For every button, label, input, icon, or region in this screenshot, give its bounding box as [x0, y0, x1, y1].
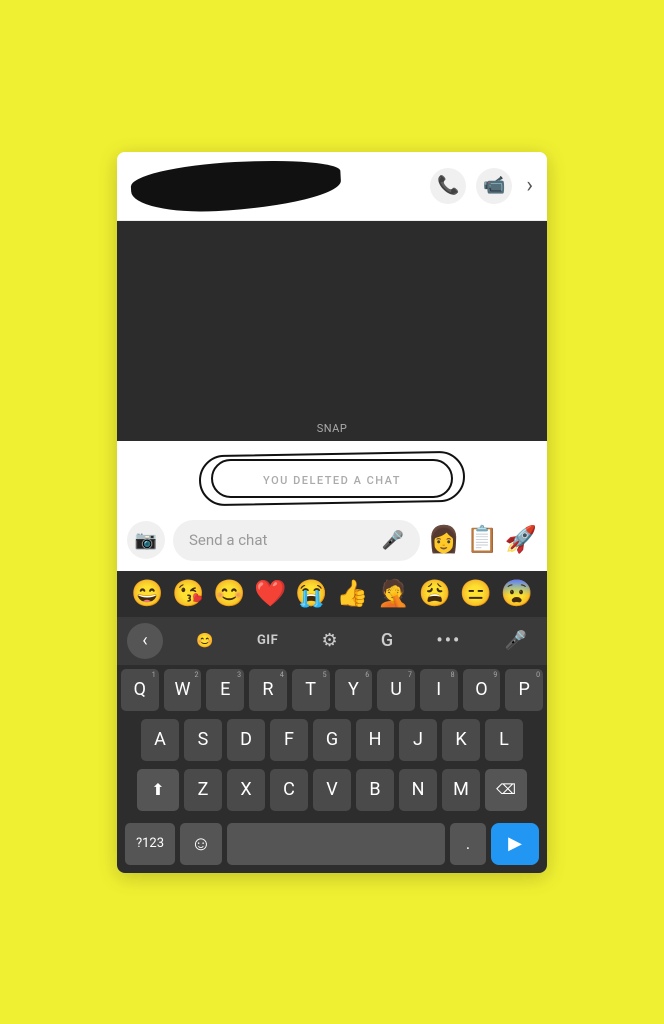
key-k[interactable]: K — [442, 719, 480, 761]
phone-button[interactable]: 📞 — [430, 168, 466, 204]
keyboard-row-1: Q1 W2 E3 R4 T5 Y6 U7 I8 O9 P0 — [121, 669, 543, 711]
key-l[interactable]: L — [485, 719, 523, 761]
mic-keyboard-icon: 🎤 — [505, 630, 527, 651]
gif-button[interactable]: GIF — [247, 628, 288, 653]
key-h[interactable]: H — [356, 719, 394, 761]
key-y[interactable]: Y6 — [335, 669, 373, 711]
reaction-emoji-smile[interactable]: 😊 — [213, 579, 245, 609]
key-w[interactable]: W2 — [164, 669, 202, 711]
reaction-emoji-weary[interactable]: 😩 — [418, 579, 450, 609]
key-v[interactable]: V — [313, 769, 351, 811]
key-p[interactable]: P0 — [505, 669, 543, 711]
send-button[interactable]: ▶ — [491, 823, 539, 865]
key-a[interactable]: A — [141, 719, 179, 761]
reaction-emoji-facepalm[interactable]: 🤦 — [377, 579, 409, 609]
key-m[interactable]: M — [442, 769, 480, 811]
sticker-panel-button[interactable]: 😊 — [186, 628, 223, 654]
header: 📞 📹 › — [117, 152, 547, 221]
google-icon: G — [381, 630, 393, 651]
key-e[interactable]: E3 — [206, 669, 244, 711]
more-options-button[interactable]: ••• — [426, 625, 471, 656]
key-b[interactable]: B — [356, 769, 394, 811]
sticker-icon: 😊 — [196, 633, 213, 649]
key-g[interactable]: G — [313, 719, 351, 761]
key-t[interactable]: T5 — [292, 669, 330, 711]
video-button[interactable]: 📹 — [476, 168, 512, 204]
key-j[interactable]: J — [399, 719, 437, 761]
key-s[interactable]: S — [184, 719, 222, 761]
camera-button[interactable]: 📷 — [127, 521, 165, 559]
emoji-reaction-row: 😄 😘 😊 ❤️ 😭 👍 🤦 😩 😑 😨 — [117, 571, 547, 617]
keyboard-toolbar: ‹ 😊 GIF ⚙ G ••• 🎤 — [117, 617, 547, 665]
reaction-emoji-laugh[interactable]: 😄 — [131, 579, 163, 609]
period-key[interactable]: . — [450, 823, 486, 865]
reaction-emoji-heart[interactable]: ❤️ — [254, 579, 286, 609]
reaction-emoji-scared[interactable]: 😨 — [501, 579, 533, 609]
sticker-bye-icon[interactable]: 👩 — [428, 525, 460, 555]
keyboard-area: Q1 W2 E3 R4 T5 Y6 U7 I8 O9 P0 A S D F G … — [117, 665, 547, 873]
rocket-icon[interactable]: 🚀 — [505, 525, 537, 555]
chat-input-placeholder: Send a chat — [189, 531, 267, 549]
reaction-emoji-thumbsup[interactable]: 👍 — [336, 579, 368, 609]
reaction-emoji-neutral[interactable]: 😑 — [460, 579, 492, 609]
key-o[interactable]: O9 — [463, 669, 501, 711]
key-x[interactable]: X — [227, 769, 265, 811]
delete-key[interactable]: ⌫ — [485, 769, 527, 811]
voice-input-button[interactable]: 🎤 — [495, 625, 537, 656]
emoji-key[interactable]: ☺ — [180, 823, 222, 865]
space-key[interactable] — [227, 823, 445, 865]
card-icon[interactable]: 📋 — [466, 525, 498, 555]
chevron-right-icon[interactable]: › — [526, 173, 533, 198]
key-c[interactable]: C — [270, 769, 308, 811]
key-d[interactable]: D — [227, 719, 265, 761]
header-name-area — [131, 162, 430, 210]
chat-media-area: SNAP — [117, 221, 547, 441]
reaction-emoji-cry[interactable]: 😭 — [295, 579, 327, 609]
key-u[interactable]: U7 — [377, 669, 415, 711]
key-i[interactable]: I8 — [420, 669, 458, 711]
contact-name-redacted — [130, 156, 342, 215]
reaction-emoji-kiss[interactable]: 😘 — [172, 579, 204, 609]
key-r[interactable]: R4 — [249, 669, 287, 711]
numbers-key[interactable]: ?123 — [125, 823, 175, 865]
deleted-notice-area: YOU DELETED A CHAT — [117, 441, 547, 512]
keyboard-back-button[interactable]: ‹ — [127, 623, 163, 659]
key-n[interactable]: N — [399, 769, 437, 811]
deleted-oval: YOU DELETED A CHAT — [211, 459, 453, 498]
chat-input-field[interactable]: Send a chat 🎤 — [173, 520, 420, 561]
action-icons: 👩 📋 🚀 — [428, 525, 537, 555]
google-translate-button[interactable]: G — [371, 625, 403, 656]
keyboard-row-3: ⬆ Z X C V B N M ⌫ — [121, 769, 543, 811]
gear-icon: ⚙ — [322, 630, 338, 651]
keyboard-bottom-row: ?123 ☺ . ▶ — [121, 819, 543, 873]
key-f[interactable]: F — [270, 719, 308, 761]
keyboard-row-2: A S D F G H J K L — [121, 719, 543, 761]
settings-button[interactable]: ⚙ — [312, 625, 348, 656]
phone-container: 📞 📹 › SNAP YOU DELETED A CHAT 📷 Send a c… — [117, 152, 547, 873]
key-z[interactable]: Z — [184, 769, 222, 811]
key-q[interactable]: Q1 — [121, 669, 159, 711]
more-dots-icon: ••• — [436, 630, 461, 651]
mic-icon[interactable]: 🎤 — [381, 530, 403, 551]
header-icons: 📞 📹 › — [430, 168, 533, 204]
gif-label: GIF — [257, 633, 278, 648]
snap-label: SNAP — [317, 422, 348, 435]
input-row: 📷 Send a chat 🎤 👩 📋 🚀 — [117, 512, 547, 571]
deleted-chat-label: YOU DELETED A CHAT — [263, 474, 401, 487]
shift-key[interactable]: ⬆ — [137, 769, 179, 811]
